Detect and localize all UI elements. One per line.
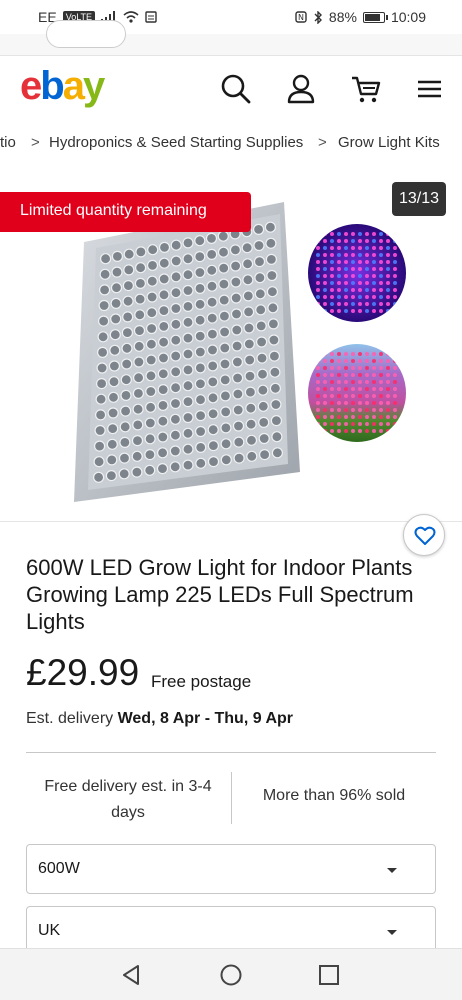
- header: ebay: [0, 56, 462, 122]
- purple-light-image: [308, 224, 406, 322]
- notification-icon: [145, 11, 157, 23]
- breadcrumb-item[interactable]: tio: [0, 134, 16, 151]
- chevron-down-icon: [387, 930, 397, 935]
- chevron-down-icon: [387, 868, 397, 873]
- clock: 10:09: [390, 9, 426, 25]
- sold-stat: More than 96% sold: [262, 787, 406, 804]
- image-counter: 13/13: [391, 182, 446, 216]
- nfc-icon: N: [295, 11, 307, 23]
- delivery-dates: Wed, 8 Apr - Thu, 9 Apr: [117, 710, 294, 727]
- delivery-estimate-stat: Free delivery est. in 3-4 days: [44, 778, 212, 821]
- divider: [26, 752, 436, 753]
- top-strip: [0, 20, 462, 56]
- limited-quantity-badge: Limited quantity remaining: [0, 192, 251, 232]
- battery-icon: [362, 11, 388, 23]
- wattage-value: 600W: [38, 860, 80, 877]
- svg-text:N: N: [298, 13, 304, 22]
- breadcrumb: tio > Hydroponics & Seed Starting Suppli…: [0, 122, 462, 164]
- breadcrumb-item[interactable]: Hydroponics & Seed Starting Supplies: [49, 134, 303, 151]
- back-icon[interactable]: [120, 963, 144, 987]
- search-icon[interactable]: [219, 72, 253, 106]
- product-title: 600W LED Grow Light for Indoor Plants Gr…: [26, 555, 414, 634]
- estimated-delivery: Est. delivery Wed, 8 Apr - Thu, 9 Apr: [26, 710, 293, 728]
- product-price: £29.99: [26, 652, 140, 693]
- breadcrumb-separator: >: [318, 134, 327, 151]
- home-icon[interactable]: [219, 963, 243, 987]
- recents-icon[interactable]: [317, 963, 341, 987]
- wattage-select[interactable]: 600W: [26, 844, 436, 894]
- account-icon[interactable]: [284, 72, 318, 106]
- cart-icon[interactable]: [349, 72, 383, 106]
- delivery-label: Est. delivery: [26, 710, 114, 727]
- menu-icon[interactable]: [413, 72, 447, 106]
- plug-value: UK: [38, 922, 61, 939]
- product-image-gallery[interactable]: Limited quantity remaining 13/13: [0, 172, 462, 522]
- ebay-logo[interactable]: ebay: [20, 64, 105, 109]
- product-image[interactable]: [74, 202, 300, 502]
- breadcrumb-separator: >: [31, 134, 40, 151]
- postage-label: Free postage: [151, 672, 252, 691]
- battery-percent: 88%: [328, 9, 357, 25]
- search-pill[interactable]: [46, 20, 126, 48]
- heart-icon: [414, 526, 436, 545]
- breadcrumb-item[interactable]: Grow Light Kits: [338, 134, 440, 151]
- greenhouse-image: [308, 344, 406, 442]
- watchlist-button[interactable]: [403, 514, 445, 556]
- bluetooth-icon: [314, 10, 322, 24]
- item-stats: Free delivery est. in 3-4 days More than…: [26, 770, 436, 830]
- system-nav-bar: [0, 948, 462, 1000]
- wifi-icon: [123, 11, 139, 23]
